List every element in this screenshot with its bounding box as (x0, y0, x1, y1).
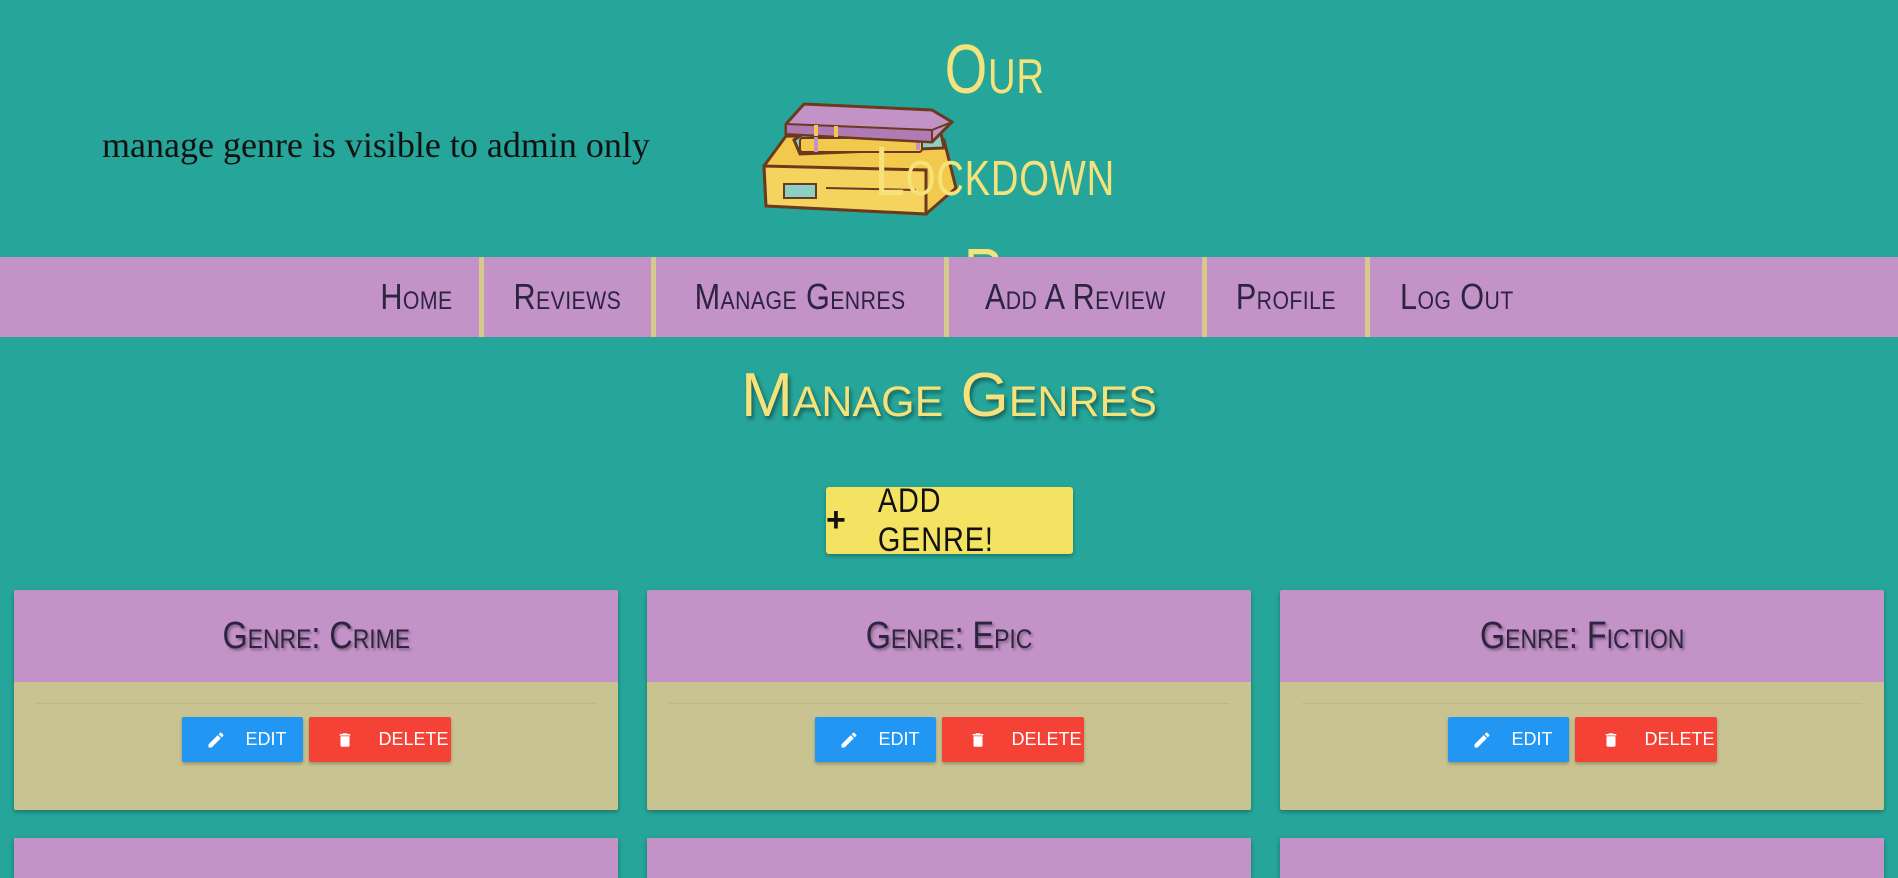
nav-divider (479, 257, 485, 337)
main-nav: Home Reviews Manage Genres Add A Review … (0, 257, 1898, 337)
delete-button[interactable]: DELETE (1574, 717, 1717, 762)
edit-button[interactable]: EDIT (1447, 717, 1569, 762)
edit-button[interactable]: EDIT (181, 717, 303, 762)
genre-title: Genre: Fiction (1479, 614, 1685, 657)
card-divider (1302, 703, 1862, 704)
delete-label: DELETE (1011, 729, 1082, 749)
edit-label: EDIT (245, 729, 287, 749)
genre-card (647, 838, 1251, 878)
edit-label: EDIT (878, 729, 920, 749)
site-title-line1: Our Lockdown (874, 30, 1116, 210)
nav-log-out[interactable]: Log Out (1383, 257, 1531, 337)
genre-card: Genre: Crime EDIT DELETE (14, 590, 618, 810)
genre-card-header: Genre: Fiction (1280, 590, 1884, 682)
genre-card: Genre: Fiction EDIT DELETE (1280, 590, 1884, 810)
edit-label: EDIT (1511, 729, 1553, 749)
pencil-icon (837, 728, 861, 752)
genre-card-header: Genre: Epic (647, 590, 1251, 682)
delete-label: DELETE (1644, 729, 1715, 749)
edit-button[interactable]: EDIT (814, 717, 936, 762)
nav-divider (1364, 257, 1370, 337)
genre-card-actions: EDIT DELETE (14, 682, 618, 810)
plus-icon: + (826, 501, 846, 539)
nav-add-review[interactable]: Add A Review (968, 257, 1183, 337)
nav-divider (1202, 257, 1208, 337)
trash-icon (333, 728, 357, 752)
nav-profile[interactable]: Profile (1219, 257, 1353, 337)
trash-icon (1599, 728, 1623, 752)
delete-button[interactable]: DELETE (941, 717, 1084, 762)
nav-divider (651, 257, 657, 337)
nav-manage-genres[interactable]: Manage Genres (678, 257, 923, 337)
nav-divider (944, 257, 950, 337)
site-header: manage genre is visible to admin only Ou… (0, 0, 1898, 312)
add-genre-button[interactable]: + ADD GENRE! (826, 482, 1073, 559)
admin-note: manage genre is visible to admin only (102, 125, 650, 165)
trash-icon (966, 728, 990, 752)
add-genre-label: ADD GENRE! (877, 481, 994, 559)
genre-title: Genre: Crime (222, 614, 410, 657)
nav-reviews[interactable]: Reviews (497, 257, 639, 337)
delete-button[interactable]: DELETE (308, 717, 451, 762)
delete-label: DELETE (378, 729, 449, 749)
genre-card (14, 838, 618, 878)
card-divider (36, 703, 596, 704)
genre-card-actions: EDIT DELETE (647, 682, 1251, 810)
genre-title: Genre: Epic (865, 614, 1033, 657)
pencil-icon (204, 728, 228, 752)
genre-card: Genre: Epic EDIT DELETE (647, 590, 1251, 810)
card-divider (669, 703, 1229, 704)
genre-card-header: Genre: Crime (14, 590, 618, 682)
nav-home[interactable]: Home (364, 257, 470, 337)
genre-card-actions: EDIT DELETE (1280, 682, 1884, 810)
page-title: Manage Genres (741, 361, 1157, 430)
genre-card (1280, 838, 1884, 878)
pencil-icon (1470, 728, 1494, 752)
